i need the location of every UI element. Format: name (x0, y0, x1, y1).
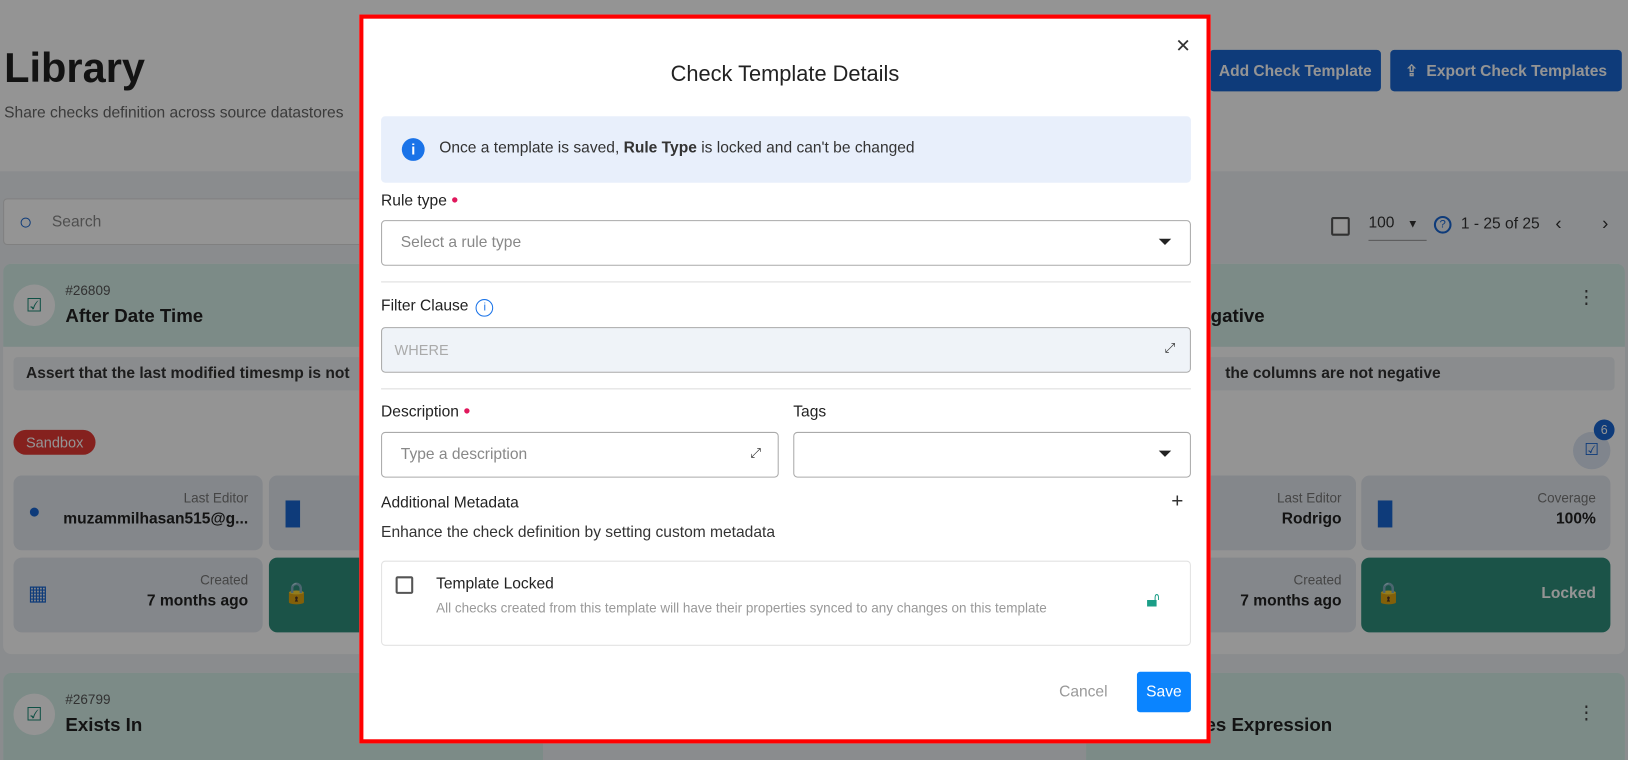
filter-placeholder: WHERE (394, 341, 449, 359)
metadata-help-text: Enhance the check definition by setting … (381, 523, 775, 541)
add-metadata-button[interactable]: + (1171, 490, 1183, 514)
tags-select[interactable] (793, 431, 1191, 478)
divider (381, 388, 1191, 390)
expand-icon[interactable]: ⤢ (750, 444, 761, 461)
cancel-button[interactable]: Cancel (1059, 683, 1107, 701)
info-text: Once a template is saved, Rule Type is l… (439, 139, 914, 157)
divider (381, 281, 1191, 283)
template-locked-label: Template Locked (436, 575, 554, 593)
template-locked-checkbox[interactable] (395, 576, 414, 594)
info-text-pre: Once a template is saved, (439, 139, 624, 157)
rule-type-label: Rule type ● (381, 192, 458, 210)
info-icon[interactable]: i (475, 299, 494, 317)
info-icon: i (401, 138, 425, 161)
check-template-details-dialog: ✕ Check Template Details i Once a templa… (359, 14, 1211, 744)
rule-type-label-text: Rule type (381, 192, 447, 210)
unlock-icon: 🔓︎ (1146, 588, 1160, 612)
description-placeholder: Type a description (400, 445, 528, 464)
save-button[interactable]: Save (1136, 671, 1191, 713)
expand-icon[interactable]: ⤢ (1165, 340, 1176, 357)
required-indicator: ● (451, 192, 459, 207)
chevron-down-icon (1158, 450, 1172, 457)
filter-clause-input[interactable]: WHERE ⤢ (381, 327, 1191, 373)
info-text-post: is locked and can't be changed (696, 139, 915, 157)
info-banner: i Once a template is saved, Rule Type is… (381, 116, 1191, 183)
additional-metadata-label: Additional Metadata (381, 494, 519, 512)
tags-label: Tags (793, 402, 827, 421)
template-locked-panel: Template Locked All checks created from … (381, 560, 1191, 646)
template-locked-help: All checks created from this template wi… (436, 600, 1047, 616)
filter-clause-label: Filter Clause i (381, 297, 494, 317)
description-label-text: Description (381, 402, 459, 421)
filter-clause-label-text: Filter Clause (381, 296, 469, 315)
description-label: Description ● (381, 403, 471, 421)
description-input[interactable]: Type a description ⤢ (381, 431, 779, 478)
info-text-bold: Rule Type (623, 139, 697, 157)
chevron-down-icon (1158, 238, 1172, 246)
dialog-title: Check Template Details (670, 62, 900, 87)
required-indicator: ● (463, 402, 471, 418)
rule-type-placeholder: Select a rule type (400, 233, 522, 252)
rule-type-select[interactable]: Select a rule type (381, 220, 1191, 266)
close-button[interactable]: ✕ (1175, 35, 1191, 57)
